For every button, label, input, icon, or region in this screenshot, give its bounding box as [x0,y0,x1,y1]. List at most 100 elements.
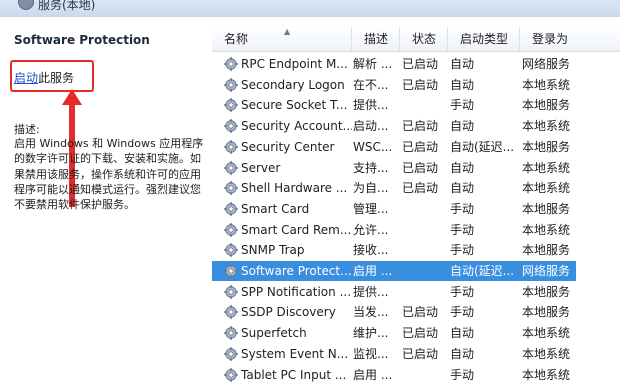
column-header-logon-as[interactable]: 登录为 [520,27,620,51]
service-name: System Event N... [241,346,349,361]
service-logon-as: 本地服务 [522,305,571,320]
selected-service-name: Software Protection [14,33,150,47]
service-status: 已启动 [402,139,439,154]
column-header-status-label: 状态 [412,32,437,46]
service-row[interactable]: Shell Hardware ... 为自... 已启动 自动 本地系统 [212,178,620,198]
service-startup-type: 手动 [450,305,475,320]
service-name: Secondary Logon [241,77,345,92]
service-startup-type: 手动 [450,284,475,299]
service-startup-type: 手动 [450,367,475,382]
service-startup-type: 手动 [450,243,475,258]
service-gear-icon [224,367,238,382]
service-logon-as: 网络服务 [522,57,571,71]
service-logon-as: 本地系统 [522,77,571,92]
service-name-cell: Software Protect... [224,261,352,281]
service-name-cell: Server [224,158,352,178]
service-logon-as: 本地系统 [522,326,571,341]
description-label: 描述: [14,123,40,136]
service-description: 启用 ... [353,367,393,382]
service-description: 当发... [353,305,389,320]
service-description: 维护... [353,326,389,341]
service-row[interactable]: Superfetch 维护... 已启动 自动 本地系统 [212,323,620,343]
service-gear-icon [224,181,238,195]
service-description: 提供... [353,98,389,113]
service-name-cell: Secure Socket T... [224,95,352,115]
column-header-name-label: 名称 [224,32,249,46]
list-header: 名称 ▲ 描述 状态 启动类型 登录为 [212,27,620,52]
service-status [402,199,446,219]
column-header-description-label: 描述 [364,32,389,46]
service-status: 已启动 [402,160,439,175]
service-description: 在不... [353,77,389,92]
service-startup-type: 手动 [450,201,475,216]
service-logon-as: 本地系统 [522,346,571,361]
service-row[interactable]: Software Protect... 启用 ... 自动(延迟... 网络服务 [212,261,620,281]
column-header-startup-type-label: 启动类型 [460,32,509,46]
service-description: 支持... [353,160,389,175]
service-row[interactable]: System Event N... 监视... 已启动 自动 本地系统 [212,344,620,364]
service-status: 已启动 [402,119,439,134]
service-gear-icon [224,305,238,320]
service-description: 提供... [353,284,389,299]
service-row[interactable]: Secure Socket T... 提供... 手动 本地服务 [212,95,620,115]
service-startup-type: 手动 [450,98,475,113]
column-header-name[interactable]: 名称 ▲ [212,27,352,51]
service-row[interactable]: Tablet PC Input ... 启用 ... 手动 本地系统 [212,365,620,385]
service-name-cell: SSDP Discovery [224,302,352,322]
service-row[interactable]: Secondary Logon 在不... 已启动 自动 本地系统 [212,75,620,95]
service-status [402,365,446,385]
service-name: Tablet PC Input ... [241,367,347,382]
column-header-status[interactable]: 状态 [400,27,448,51]
service-name: Smart Card Rem... [241,222,352,237]
service-name-cell: Smart Card Rem... [224,220,352,240]
service-gear-icon [224,326,238,340]
service-logon-as: 本地服务 [522,201,571,216]
service-row[interactable]: RPC Endpoint M... 解析 ... 已启动 自动 网络服务 [212,54,620,74]
service-gear-icon [224,347,238,361]
service-row[interactable]: Server 支持... 已启动 自动 本地系统 [212,158,620,178]
service-logon-as: 本地系统 [522,367,571,382]
service-startup-type: 自动 [450,181,475,196]
service-gear-icon [224,119,238,133]
service-logon-as: 网络服务 [522,264,571,278]
column-header-description[interactable]: 描述 [352,27,400,51]
service-status [402,95,446,115]
start-service-link[interactable]: 启动 [14,71,38,85]
service-startup-type: 自动 [450,119,475,134]
service-row[interactable]: Security Account... 启动... 已启动 自动 本地系统 [212,116,620,136]
service-gear-icon [224,140,238,154]
service-name-cell: RPC Endpoint M... [224,54,352,74]
service-row[interactable]: Security Center WSC... 已启动 自动(延迟... 本地服务 [212,137,620,157]
service-name: SPP Notification ... [241,284,352,299]
service-name: Security Center [241,139,335,154]
service-row[interactable]: SPP Notification ... 提供... 手动 本地服务 [212,282,620,302]
service-name: Server [241,160,281,175]
sort-ascending-icon: ▲ [284,27,291,36]
service-description-pane: Software Protection 启动此服务 描述: 启用 Windows… [0,17,212,380]
service-row[interactable]: SSDP Discovery 当发... 已启动 手动 本地服务 [212,302,620,322]
service-name-cell: SPP Notification ... [224,282,352,302]
service-description: 启用 ... [353,264,393,278]
service-gear-icon [224,243,238,257]
service-name: SSDP Discovery [241,305,336,320]
service-gear-icon [224,160,238,175]
column-header-startup-type[interactable]: 启动类型 [448,27,520,51]
service-row[interactable]: SNMP Trap 接收... 手动 本地服务 [212,240,620,260]
service-logon-as: 本地系统 [522,119,571,134]
service-name: Smart Card [241,201,310,216]
service-startup-type: 自动 [450,160,475,175]
service-status [402,282,446,302]
service-startup-type: 自动 [450,57,475,71]
start-service-line: 启动此服务 [14,69,74,86]
service-startup-type: 自动(延迟... [450,139,515,154]
service-row[interactable]: Smart Card Rem... 允许... 手动 本地系统 [212,220,620,240]
service-name-cell: Shell Hardware ... [224,178,352,198]
services-list: 名称 ▲ 描述 状态 启动类型 登录为 RPC Endpoint M... 解析 … [212,17,620,382]
service-name-cell: Superfetch [224,323,352,343]
service-logon-as: 本地服务 [522,284,571,299]
service-name-cell: Tablet PC Input ... [224,365,352,385]
service-row[interactable]: Smart Card 管理... 手动 本地服务 [212,199,620,219]
service-startup-type: 自动 [450,346,475,361]
service-startup-type: 自动 [450,77,475,92]
service-name: Superfetch [241,326,307,341]
